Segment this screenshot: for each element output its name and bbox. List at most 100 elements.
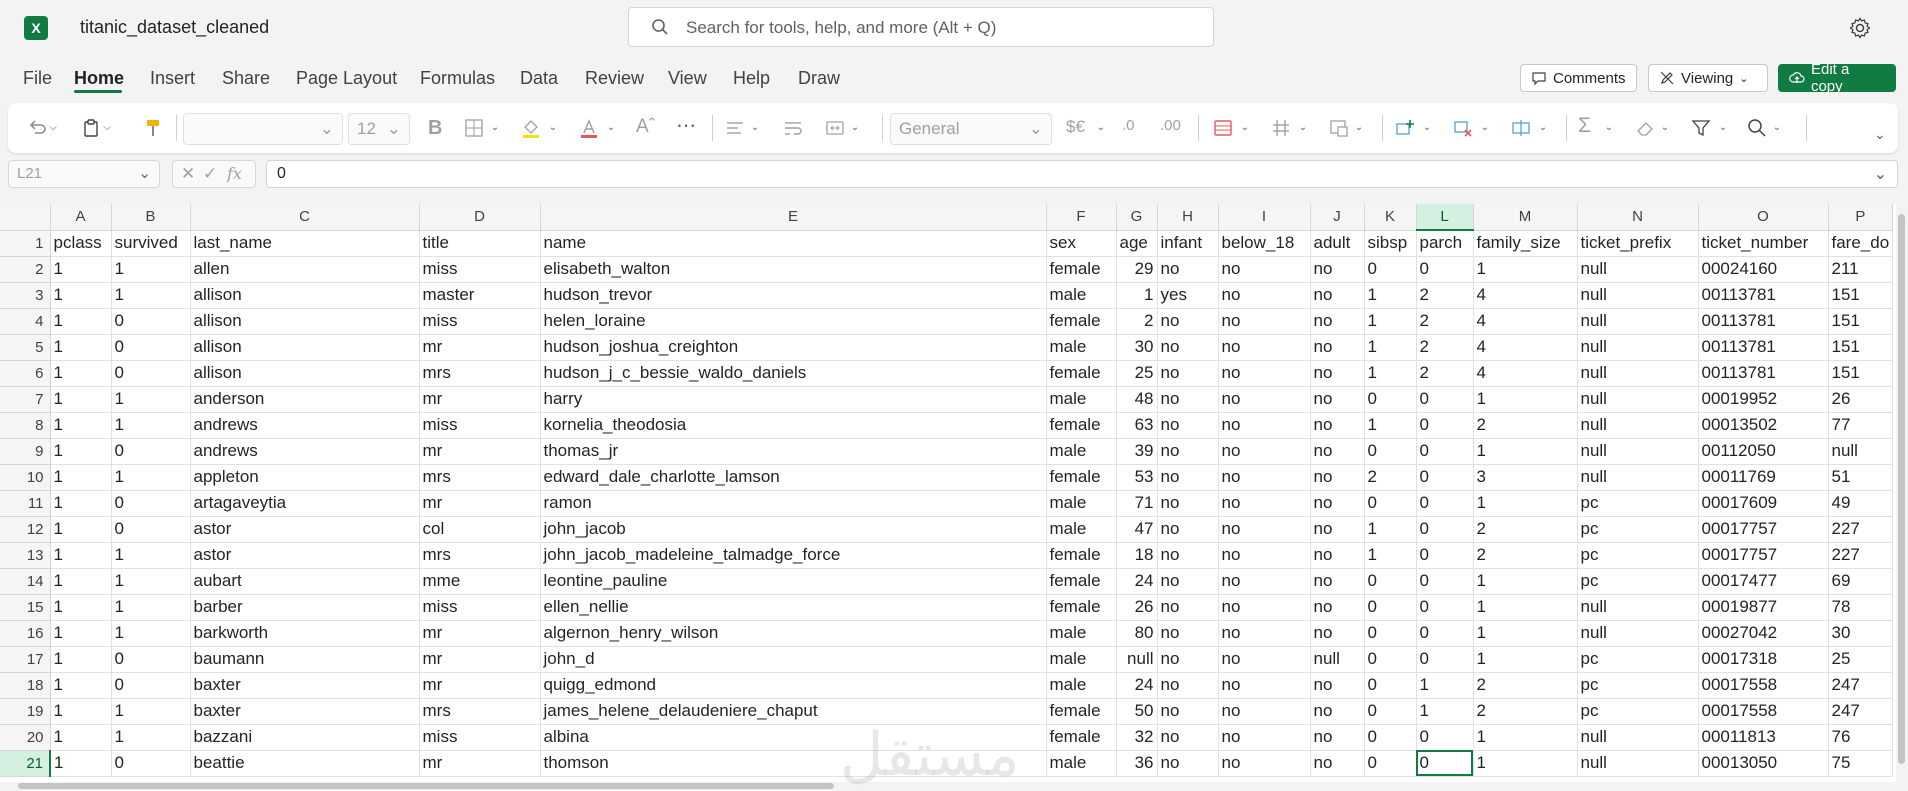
- format-cells-icon[interactable]: [1510, 117, 1532, 139]
- cell[interactable]: mr: [419, 490, 541, 517]
- tab-draw[interactable]: Draw: [798, 68, 840, 89]
- cell[interactable]: 1: [50, 308, 112, 335]
- row-header[interactable]: 18: [0, 672, 51, 699]
- cell[interactable]: 39: [1116, 438, 1158, 465]
- more-options-icon[interactable]: ⋯: [676, 113, 696, 138]
- cell[interactable]: 0: [1364, 594, 1417, 621]
- document-title[interactable]: titanic_dataset_cleaned: [80, 17, 269, 38]
- tab-insert[interactable]: Insert: [150, 68, 195, 89]
- chevron-down-icon[interactable]: ⌄: [1298, 117, 1308, 139]
- cell[interactable]: 1: [1473, 750, 1578, 777]
- cell[interactable]: no: [1310, 282, 1365, 309]
- cell[interactable]: mr: [419, 646, 541, 673]
- fill-color-icon[interactable]: [520, 117, 542, 139]
- cell[interactable]: no: [1218, 386, 1311, 413]
- cell[interactable]: 1: [1473, 568, 1578, 595]
- cell[interactable]: pc: [1577, 516, 1699, 543]
- cell[interactable]: pc: [1577, 698, 1699, 725]
- cell[interactable]: 1: [111, 542, 191, 569]
- cell[interactable]: 0: [1416, 412, 1474, 439]
- cell[interactable]: 00027042: [1698, 620, 1829, 647]
- cell[interactable]: no: [1218, 308, 1311, 335]
- cell[interactable]: 1: [1116, 282, 1158, 309]
- cell[interactable]: no: [1157, 256, 1219, 283]
- cell[interactable]: no: [1218, 516, 1311, 543]
- cell[interactable]: astor: [190, 516, 420, 543]
- font-size-select[interactable]: 12 ⌄: [348, 113, 410, 145]
- cell[interactable]: 0: [1364, 646, 1417, 673]
- conditional-formatting-icon[interactable]: [1212, 117, 1234, 139]
- row-header[interactable]: 12: [0, 516, 51, 543]
- cell[interactable]: 1: [1364, 282, 1417, 309]
- cell[interactable]: 227: [1828, 516, 1894, 543]
- bold-button[interactable]: B: [428, 117, 442, 140]
- cell[interactable]: 00017757: [1698, 542, 1829, 569]
- cell[interactable]: 3: [1473, 464, 1578, 491]
- cell[interactable]: 1: [111, 386, 191, 413]
- wrap-text-icon[interactable]: [782, 117, 804, 139]
- cell[interactable]: 1: [111, 724, 191, 751]
- cell[interactable]: 1: [1364, 516, 1417, 543]
- column-header[interactable]: G: [1116, 204, 1158, 231]
- cell[interactable]: no: [1157, 646, 1219, 673]
- cell[interactable]: no: [1218, 360, 1311, 387]
- tab-view[interactable]: View: [668, 68, 707, 89]
- cell[interactable]: 48: [1116, 386, 1158, 413]
- cell[interactable]: 00017558: [1698, 672, 1829, 699]
- cell[interactable]: 4: [1473, 308, 1578, 335]
- cell[interactable]: 0: [1416, 438, 1474, 465]
- cell[interactable]: pc: [1577, 542, 1699, 569]
- cell[interactable]: name: [540, 230, 1047, 257]
- cell[interactable]: null: [1577, 594, 1699, 621]
- cell[interactable]: no: [1157, 438, 1219, 465]
- cell[interactable]: 25: [1828, 646, 1894, 673]
- cell[interactable]: john_jacob: [540, 516, 1047, 543]
- cell[interactable]: female: [1046, 568, 1117, 595]
- cell[interactable]: john_jacob_madeleine_talmadge_force: [540, 542, 1047, 569]
- cell[interactable]: mr: [419, 620, 541, 647]
- cell[interactable]: no: [1218, 438, 1311, 465]
- cell[interactable]: no: [1157, 490, 1219, 517]
- cell[interactable]: 247: [1828, 672, 1894, 699]
- cell[interactable]: hudson_trevor: [540, 282, 1047, 309]
- column-header[interactable]: I: [1218, 204, 1311, 231]
- cell[interactable]: 1: [50, 464, 112, 491]
- cell[interactable]: bazzani: [190, 724, 420, 751]
- cell[interactable]: male: [1046, 516, 1117, 543]
- cell[interactable]: 78: [1828, 594, 1894, 621]
- format-as-table-icon[interactable]: [1270, 117, 1292, 139]
- cell[interactable]: 1: [111, 698, 191, 725]
- cell[interactable]: artagaveytia: [190, 490, 420, 517]
- tab-data[interactable]: Data: [520, 68, 558, 89]
- cell[interactable]: algernon_henry_wilson: [540, 620, 1047, 647]
- increase-decimal-icon[interactable]: .00: [1160, 117, 1181, 134]
- cell[interactable]: fare_do: [1828, 230, 1894, 257]
- cell[interactable]: 1: [111, 256, 191, 283]
- spreadsheet-grid[interactable]: ABCDEFGHIJKLMNOP 1 pclass survived last_nam…: [0, 204, 1908, 782]
- cell[interactable]: john_d: [540, 646, 1047, 673]
- cell[interactable]: 0: [1364, 750, 1417, 777]
- chevron-down-icon[interactable]: ⌄: [1096, 117, 1106, 139]
- cell[interactable]: allison: [190, 308, 420, 335]
- cell[interactable]: 0: [1416, 516, 1474, 543]
- cell[interactable]: edward_dale_charlotte_lamson: [540, 464, 1047, 491]
- edit-a-copy-button[interactable]: Edit a copy: [1778, 61, 1896, 95]
- cell[interactable]: 0: [1416, 724, 1474, 751]
- cell[interactable]: 24: [1116, 672, 1158, 699]
- row-header[interactable]: 13: [0, 542, 51, 569]
- horizontal-scroll-thumb[interactable]: [18, 783, 834, 789]
- cell[interactable]: survived: [111, 230, 191, 257]
- cell[interactable]: 4: [1473, 282, 1578, 309]
- name-box[interactable]: L21 ⌄: [8, 160, 160, 188]
- align-icon[interactable]: [724, 117, 746, 139]
- vertical-scroll-thumb[interactable]: [1898, 214, 1905, 764]
- cell[interactable]: title: [419, 230, 541, 257]
- cell[interactable]: 00017609: [1698, 490, 1829, 517]
- cell[interactable]: no: [1157, 594, 1219, 621]
- cell[interactable]: 1: [1364, 334, 1417, 361]
- column-header[interactable]: F: [1046, 204, 1117, 231]
- cell[interactable]: no: [1310, 672, 1365, 699]
- cell[interactable]: 51: [1828, 464, 1894, 491]
- cell[interactable]: no: [1310, 568, 1365, 595]
- cell[interactable]: 26: [1116, 594, 1158, 621]
